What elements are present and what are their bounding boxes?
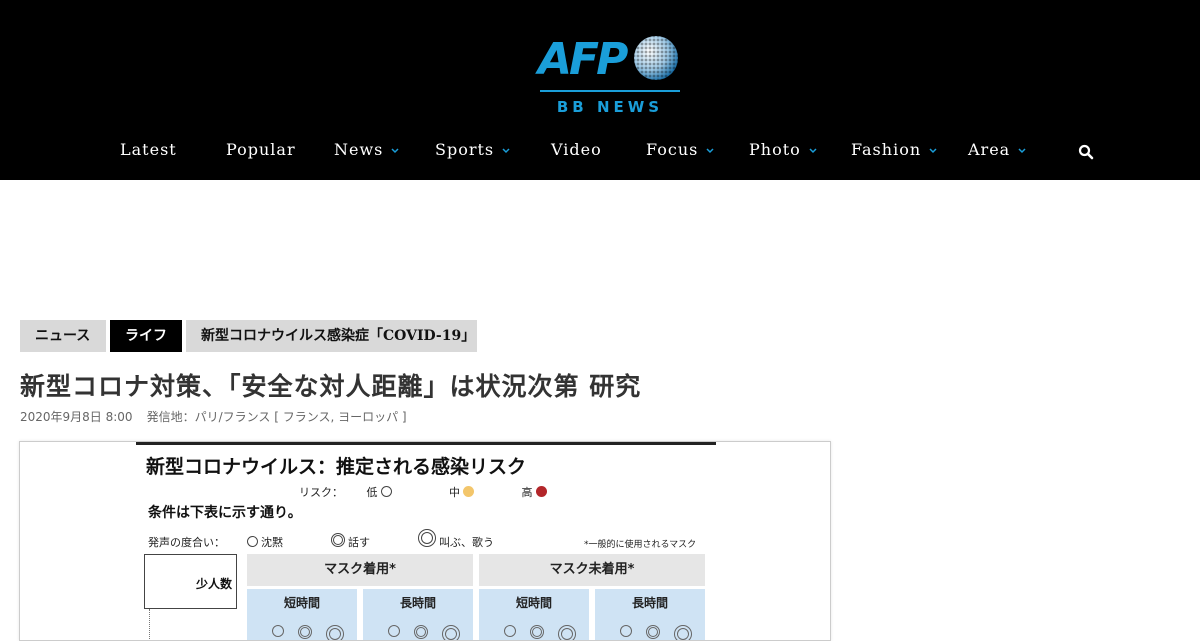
risk-medium: 中 — [449, 486, 474, 499]
risk-cell-icon — [558, 625, 576, 640]
article-meta: 2020年9月8日 8:00 発信地：パリ/フランス [ フランス, ヨーロッパ … — [20, 408, 407, 425]
article-title: 新型コロナ対策、「安全な対人距離」は状況次第 研究 — [20, 372, 642, 401]
risk-legend-label: リスク： — [299, 486, 343, 499]
voice-speak-label: 話す — [348, 536, 370, 549]
risk-cell-icon — [326, 625, 344, 640]
search-icon[interactable] — [1078, 144, 1094, 160]
chevron-down-icon — [1018, 148, 1026, 154]
nav-video-label: Video — [551, 140, 602, 159]
risk-medium-label: 中 — [449, 486, 460, 499]
chevron-down-icon — [929, 148, 937, 154]
chevron-down-icon — [391, 148, 399, 154]
nav-latest[interactable]: Latest — [120, 140, 177, 159]
risk-cell-icon — [530, 625, 544, 639]
nav-photo-label: Photo — [749, 140, 801, 159]
row-label-small-group: 少人数 — [144, 554, 237, 609]
article-date: 2020年9月8日 8:00 — [20, 410, 133, 424]
breadcrumb-covid19[interactable]: 新型コロナウイルス感染症「COVID-19」 — [186, 320, 477, 352]
voice-legend-label: 発声の度合い： — [148, 536, 225, 549]
risk-high-label: 高 — [521, 486, 533, 499]
logo-divider — [540, 90, 680, 92]
risk-low-label: 低 — [366, 486, 378, 499]
risk-medium-dot — [463, 486, 474, 497]
article-figure[interactable]: 新型コロナウイルス：推定される感染リスク リスク： 低 中 高 条件は下表に示す… — [19, 441, 831, 641]
voice-silent-icon — [246, 536, 258, 547]
chevron-down-icon — [809, 148, 817, 154]
breadcrumb-news[interactable]: ニュース — [20, 320, 106, 352]
voice-shout-label: 叫ぶ、歌う — [439, 536, 494, 549]
nav-sports-label: Sports — [435, 140, 495, 159]
col-header-no-mask: マスク未着用* — [479, 554, 705, 586]
logo-afp-text: AFP — [538, 34, 628, 85]
nav-photo[interactable]: Photo — [749, 140, 817, 159]
site-header: AFP BB NEWS Latest Popular News Sports V… — [0, 0, 1200, 180]
voice-speak-icon — [330, 533, 345, 547]
risk-cell-icon — [674, 625, 692, 640]
nav-fashion[interactable]: Fashion — [851, 140, 937, 159]
nav-sports[interactable]: Sports — [435, 140, 510, 159]
voice-silent-label: 沈黙 — [261, 536, 283, 549]
nav-popular-label: Popular — [226, 140, 296, 159]
nav-popular[interactable]: Popular — [226, 140, 296, 159]
risk-low: 低 — [367, 486, 392, 499]
row-connector — [149, 609, 150, 640]
nav-news[interactable]: News — [334, 140, 399, 159]
breadcrumb-life[interactable]: ライフ — [110, 320, 182, 352]
infographic-title: 新型コロナウイルス：推定される感染リスク — [146, 456, 527, 478]
chevron-down-icon — [706, 148, 714, 154]
main-nav: Latest Popular News Sports Video Focus P… — [0, 136, 1200, 164]
voice-legend: 発声の度合い： 沈黙 話す 叫ぶ、歌う — [148, 529, 494, 550]
infographic: 新型コロナウイルス：推定される感染リスク リスク： 低 中 高 条件は下表に示す… — [136, 442, 716, 640]
risk-low-dot — [380, 486, 392, 497]
nav-focus[interactable]: Focus — [646, 140, 714, 159]
voice-shout-icon — [417, 529, 436, 547]
risk-cell-icon — [620, 625, 632, 637]
risk-high: 高 — [522, 486, 547, 499]
globe-icon — [634, 36, 678, 80]
risk-cell-icon — [298, 625, 312, 639]
afp-bb-news-logo[interactable]: AFP BB NEWS — [538, 28, 684, 118]
mask-footnote: *一般的に使用されるマスク — [584, 540, 697, 550]
nav-video[interactable]: Video — [551, 140, 602, 159]
risk-cell-icon — [272, 625, 284, 637]
nav-focus-label: Focus — [646, 140, 699, 159]
risk-high-dot — [535, 486, 547, 497]
infographic-top-rule — [136, 442, 716, 445]
nav-fashion-label: Fashion — [851, 140, 922, 159]
nav-area-label: Area — [968, 140, 1011, 159]
risk-cell-icon — [442, 625, 460, 640]
nav-news-label: News — [334, 140, 384, 159]
nav-latest-label: Latest — [120, 140, 177, 159]
chevron-down-icon — [502, 148, 510, 154]
article-dateline: 発信地：パリ/フランス [ フランス, ヨーロッパ ] — [146, 410, 407, 424]
risk-cell-icon — [388, 625, 400, 637]
risk-cell-icon — [504, 625, 516, 637]
col-header-mask: マスク着用* — [247, 554, 473, 586]
nav-area[interactable]: Area — [968, 140, 1026, 159]
risk-cell-icon — [646, 625, 660, 639]
risk-legend: リスク： 低 中 高 — [299, 484, 547, 500]
logo-subtitle: BB NEWS — [556, 98, 664, 116]
row-label-text: 少人数 — [195, 577, 232, 591]
risk-cell-icon — [414, 625, 428, 639]
conditions-text: 条件は下表に示す通り。 — [148, 505, 302, 521]
